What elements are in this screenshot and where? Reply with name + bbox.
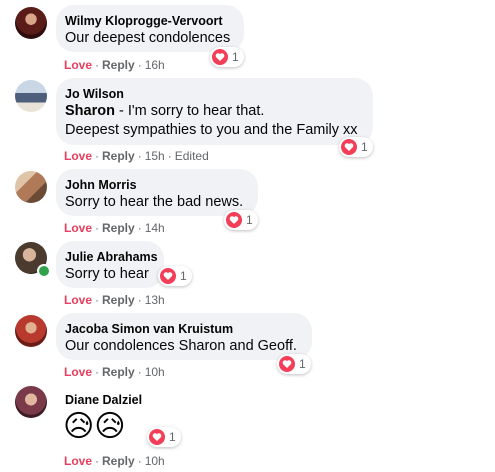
comment-author[interactable]: Julie Abrahams — [65, 249, 158, 265]
timestamp[interactable]: 10h — [145, 365, 165, 379]
reply-button[interactable]: Reply — [102, 293, 135, 307]
reaction-count: 1 — [246, 213, 253, 227]
comment-text: Our condolences Sharon and Geoff. — [65, 338, 297, 354]
avatar[interactable] — [15, 7, 47, 39]
separator: · — [167, 149, 172, 163]
separator: · — [95, 293, 100, 307]
reaction-summary[interactable]: 1 — [158, 266, 192, 286]
comment-actions: Love · Reply · 15h · Edited — [64, 148, 209, 164]
separator: · — [137, 221, 142, 235]
reaction-count: 1 — [169, 430, 176, 444]
comment-text: Sorry to hear the bad news. — [65, 194, 244, 210]
comment-text: Our deepest condolences — [65, 30, 231, 46]
edited-label[interactable]: Edited — [175, 149, 209, 163]
heart-icon — [212, 49, 228, 65]
avatar[interactable] — [15, 80, 47, 112]
reaction-count: 1 — [361, 140, 368, 154]
separator: · — [137, 454, 142, 468]
heart-icon — [226, 212, 242, 228]
timestamp[interactable]: 10h — [145, 454, 165, 468]
separator: · — [137, 58, 142, 72]
separator: · — [95, 221, 100, 235]
timestamp[interactable]: 15h — [145, 149, 165, 163]
comment-author[interactable]: Jo Wilson — [65, 86, 361, 102]
reply-button[interactable]: Reply — [102, 454, 135, 468]
separator: · — [95, 365, 100, 379]
comment-bubble: Wilmy Kloprogge-Vervoort Our deepest con… — [56, 5, 244, 52]
separator: · — [95, 149, 100, 163]
reply-button[interactable]: Reply — [102, 58, 135, 72]
avatar[interactable] — [15, 171, 47, 203]
reaction-count: 1 — [299, 357, 306, 371]
love-button[interactable]: Love — [64, 293, 92, 307]
reaction-summary[interactable]: 1 — [339, 137, 373, 157]
timestamp[interactable]: 14h — [145, 221, 165, 235]
reaction-summary[interactable]: 1 — [210, 47, 244, 67]
reaction-count: 1 — [180, 269, 187, 283]
love-button[interactable]: Love — [64, 454, 92, 468]
heart-icon — [160, 268, 176, 284]
reaction-summary[interactable]: 1 — [277, 354, 311, 374]
reaction-summary[interactable]: 1 — [147, 427, 181, 447]
love-button[interactable]: Love — [64, 221, 92, 235]
comment-bubble: John Morris Sorry to hear the bad news. — [56, 169, 258, 216]
comment-text-part: - I'm sorry to hear that. — [114, 103, 265, 119]
comment-actions: Love · Reply · 10h — [64, 364, 165, 380]
comment-text: Deepest sympathies to you and the Family… — [65, 122, 358, 138]
comment-text: Sorry to hear — [65, 266, 149, 282]
comment-bubble: Jacoba Simon van Kruistum Our condolence… — [56, 313, 312, 360]
love-button[interactable]: Love — [64, 149, 92, 163]
comment-author[interactable]: John Morris — [65, 177, 246, 193]
timestamp[interactable]: 13h — [145, 293, 165, 307]
heart-icon — [279, 356, 295, 372]
comment-bubble: Jo Wilson Sharon - I'm sorry to hear tha… — [56, 78, 373, 145]
comment-author[interactable]: Jacoba Simon van Kruistum — [65, 321, 300, 337]
reaction-summary[interactable]: 1 — [224, 210, 258, 230]
online-status-icon — [37, 264, 51, 278]
reply-button[interactable]: Reply — [102, 221, 135, 235]
reply-button[interactable]: Reply — [102, 149, 135, 163]
reply-button[interactable]: Reply — [102, 365, 135, 379]
love-button[interactable]: Love — [64, 58, 92, 72]
comment-author[interactable]: Wilmy Kloprogge-Vervoort — [65, 13, 232, 29]
timestamp[interactable]: 16h — [145, 58, 165, 72]
comment-actions: Love · Reply · 14h — [64, 220, 165, 236]
comment-actions: Love · Reply · 13h — [64, 292, 165, 308]
separator: · — [137, 149, 142, 163]
separator: · — [137, 293, 142, 307]
comment-author[interactable]: Diane Dalziel — [65, 392, 142, 408]
comment-text: Sharon - I'm sorry to hear that. — [65, 102, 361, 121]
heart-icon — [149, 429, 165, 445]
heart-icon — [341, 139, 357, 155]
avatar[interactable] — [15, 386, 47, 418]
love-button[interactable]: Love — [64, 365, 92, 379]
mention-link[interactable]: Sharon — [65, 103, 115, 119]
emoji-text: 😥😥 — [63, 409, 126, 444]
reaction-count: 1 — [232, 50, 239, 64]
separator: · — [95, 454, 100, 468]
comment-actions: Love · Reply · 10h — [64, 453, 165, 469]
comment-actions: Love · Reply · 16h — [64, 57, 165, 73]
avatar[interactable] — [15, 315, 47, 347]
comment-bubble: Julie Abrahams Sorry to hear — [56, 241, 164, 288]
separator: · — [95, 58, 100, 72]
separator: · — [137, 365, 142, 379]
